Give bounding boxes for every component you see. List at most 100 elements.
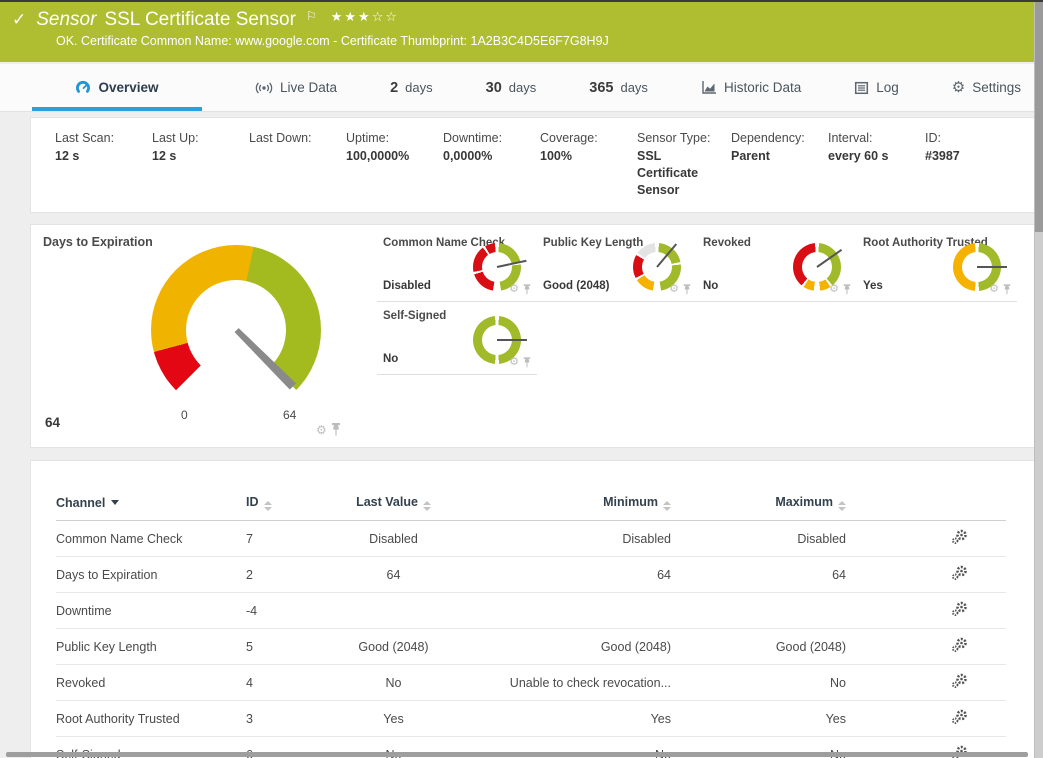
channel-settings-gears-icon[interactable] [951, 529, 968, 545]
vertical-scrollbar-thumb[interactable] [1035, 2, 1043, 232]
gear-icon[interactable]: ⚙ [509, 357, 519, 368]
pin-icon[interactable] [331, 423, 341, 436]
gear-icon[interactable]: ⚙ [829, 284, 839, 295]
gauge-scale-max: 64 [283, 408, 296, 422]
gear-icon[interactable]: ⚙ [669, 284, 679, 295]
minimum-cell: Good (2048) [466, 629, 671, 665]
flag-icon[interactable]: ⚐ [306, 9, 317, 23]
status-message: OK. Certificate Common Name: www.google.… [56, 34, 1035, 48]
channel-settings-gears-icon[interactable] [951, 601, 968, 617]
minimum-cell [466, 593, 671, 629]
tab-settings[interactable]: ⚙ Settings [952, 64, 1021, 111]
info-item: ID:#3987 [925, 131, 1022, 199]
column-header-channel[interactable]: Channel [56, 489, 246, 521]
gear-icon[interactable]: ⚙ [509, 284, 519, 295]
horizontal-scrollbar-thumb[interactable] [6, 752, 1028, 757]
maximum-cell: No [671, 665, 846, 701]
info-item: Last Up:12 s [152, 131, 249, 199]
table-row[interactable]: Downtime-4 [56, 593, 1006, 629]
gauge-title: Public Key Length [543, 237, 643, 249]
tab-live-data[interactable]: Live Data [255, 64, 337, 111]
info-label: Uptime: [346, 131, 443, 145]
gauge-panel-actions: ⚙ [829, 284, 851, 295]
table-row[interactable]: Public Key Length5Good (2048)Good (2048)… [56, 629, 1006, 665]
pin-icon[interactable] [1003, 284, 1011, 295]
info-item: Coverage: 100% [540, 131, 637, 199]
last-value-cell: Disabled [321, 521, 466, 557]
channel-settings-gears-icon[interactable] [951, 673, 968, 689]
tab-bar: Overview Live Data 2 days 30 days 365 [0, 64, 1035, 112]
tab-365-days[interactable]: 365 days [589, 64, 648, 111]
star-filled-icon[interactable]: ★ [358, 9, 372, 24]
tab-number: 2 [390, 80, 398, 96]
channel-settings-cell [846, 665, 1006, 701]
channel-settings-gears-icon[interactable] [951, 637, 968, 653]
id-cell: 4 [246, 665, 321, 701]
tab-2-days[interactable]: 2 days [390, 64, 433, 111]
tab-label: Settings [972, 80, 1021, 95]
column-header-last-value[interactable]: Last Value [321, 489, 466, 521]
tab-overview[interactable]: Overview [32, 64, 202, 111]
info-value: 100,0000% [346, 148, 424, 165]
gauge-panel-actions: ⚙ [989, 284, 1011, 295]
table-row[interactable]: Root Authority Trusted3YesYesYes [56, 701, 1006, 737]
info-label: Last Scan: [55, 131, 152, 145]
star-filled-icon[interactable]: ★ [331, 9, 345, 24]
gauge-title: Revoked [703, 237, 751, 249]
gauge-needle [816, 249, 842, 268]
pin-icon[interactable] [843, 284, 851, 295]
channels-card: Channel ID Last Value Minimum Maximum [30, 460, 1035, 758]
tab-label: Live Data [280, 80, 337, 95]
table-row[interactable]: Revoked4NoUnable to check revocation...N… [56, 665, 1006, 701]
channel-settings-cell [846, 557, 1006, 593]
id-cell: 7 [246, 521, 321, 557]
vertical-scrollbar[interactable] [1034, 2, 1043, 758]
info-value: Parent [731, 148, 809, 165]
column-header-maximum[interactable]: Maximum [671, 489, 846, 521]
gauge-panel-actions: ⚙ [509, 284, 531, 295]
column-header-minimum[interactable]: Minimum [466, 489, 671, 521]
info-item: Sensor Type:SSL Certificate Sensor [637, 131, 731, 199]
star-filled-icon[interactable]: ★ [344, 9, 358, 24]
tab-label: Log [876, 80, 899, 95]
gauge-panel-actions: ⚙ [509, 357, 531, 368]
gear-icon[interactable]: ⚙ [989, 284, 999, 295]
channel-settings-gears-icon[interactable] [951, 709, 968, 725]
info-bar: Last Scan:12 sLast Up:12 sLast Down:Upti… [31, 118, 1034, 199]
last-value-cell: No [321, 665, 466, 701]
pin-icon[interactable] [683, 284, 691, 295]
minimum-cell: Yes [466, 701, 671, 737]
info-item: Interval:every 60 s [828, 131, 925, 199]
info-label: Coverage: [540, 131, 637, 145]
tab-historic-data[interactable]: Historic Data [701, 64, 801, 111]
column-header-id[interactable]: ID [246, 489, 321, 521]
channel-cell: Downtime [56, 593, 246, 629]
last-value-cell [321, 593, 466, 629]
sort-icon [423, 501, 431, 511]
gauge-needle [497, 260, 527, 268]
channel-cell: Public Key Length [56, 629, 246, 665]
channel-settings-gears-icon[interactable] [951, 565, 968, 581]
tab-log[interactable]: Log [854, 64, 899, 111]
tab-label: days [509, 80, 536, 95]
star-empty-icon[interactable]: ☆ [385, 9, 399, 24]
sort-icon [264, 501, 272, 511]
gear-icon[interactable]: ⚙ [316, 424, 327, 436]
last-value-cell: Yes [321, 701, 466, 737]
info-value: 100% [540, 148, 618, 165]
tab-number: 30 [486, 80, 502, 96]
star-empty-icon[interactable]: ☆ [372, 9, 386, 24]
info-item: Last Scan:12 s [55, 131, 152, 199]
pin-icon[interactable] [523, 284, 531, 295]
primary-gauge-value: 64 [45, 415, 60, 430]
sensor-header: ✓ Sensor SSL Certificate Sensor ⚐ ★★★☆☆ … [0, 2, 1035, 62]
gauge-value: No [703, 280, 718, 292]
table-row[interactable]: Common Name Check7DisabledDisabledDisabl… [56, 521, 1006, 557]
tab-30-days[interactable]: 30 days [486, 64, 537, 111]
table-row[interactable]: Days to Expiration2646464 [56, 557, 1006, 593]
pin-icon[interactable] [523, 357, 531, 368]
gauge-needle [977, 266, 1007, 268]
last-value-cell: Good (2048) [321, 629, 466, 665]
minimum-cell: 64 [466, 557, 671, 593]
channel-settings-cell [846, 701, 1006, 737]
